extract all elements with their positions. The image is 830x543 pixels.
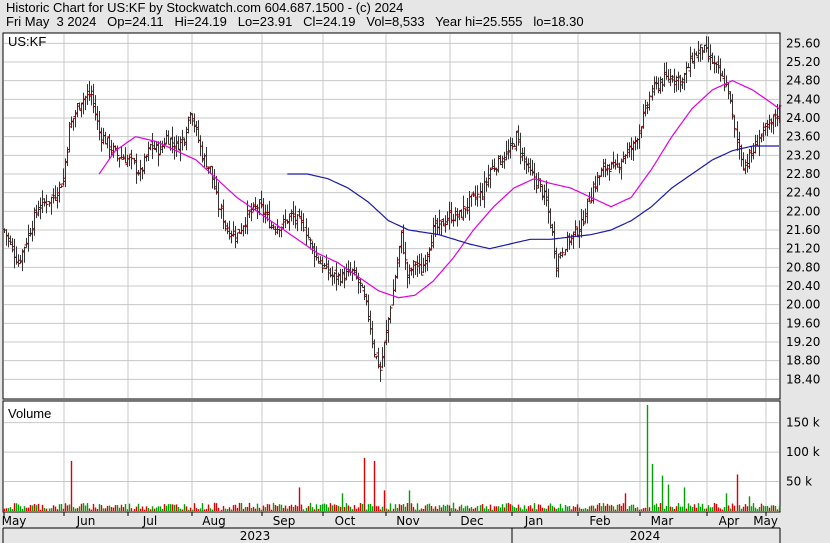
- price-tick-label: 25.60: [786, 36, 820, 50]
- price-tick-label: 18.80: [786, 354, 820, 368]
- month-label: Jul: [142, 514, 157, 528]
- symbol-label: US:KF: [8, 34, 46, 49]
- price-tick-label: 24.40: [786, 92, 820, 106]
- volume-tick-label: 150 k: [786, 416, 820, 430]
- price-tick-label: 21.20: [786, 242, 820, 256]
- price-tick-label: 22.40: [786, 186, 820, 200]
- price-axis: 25.60 25.20 24.80 24.40 24.00 23.60 23.20 22.80…: [786, 36, 820, 386]
- month-label: Oct: [335, 514, 356, 528]
- volume-axis: 150 k 100 k 50 k: [786, 416, 820, 489]
- price-tick-label: 21.60: [786, 223, 820, 237]
- price-tick-label: 22.80: [786, 167, 820, 181]
- price-tick-label: 19.20: [786, 335, 820, 349]
- price-tick-label: 20.80: [786, 260, 820, 274]
- price-panel: [2, 32, 781, 400]
- month-label: Mar: [651, 514, 674, 528]
- chart-window: Historic Chart for US:KF by Stockwatch.c…: [0, 0, 830, 543]
- stock-chart: US:KF 25.60 25.20 24.80 24.40 24.00 23.60 23.2…: [2, 32, 820, 543]
- month-label: Aug: [202, 514, 225, 528]
- price-tick-label: 20.40: [786, 279, 820, 293]
- volume-label: Volume: [8, 406, 51, 421]
- month-label: Nov: [396, 514, 419, 528]
- month-label: Dec: [460, 514, 483, 528]
- price-tick-label: 24.00: [786, 111, 820, 125]
- month-label: May: [2, 514, 27, 528]
- year-label-2024: 2024: [630, 529, 661, 543]
- year-label-2023: 2023: [240, 529, 271, 543]
- volume-tick-label: 100 k: [786, 445, 820, 459]
- month-label: Apr: [719, 514, 740, 528]
- month-label: Sep: [273, 514, 296, 528]
- month-axis: May Jun Jul Aug Sep Oct Nov Dec Jan Feb Mar Apr May: [2, 512, 778, 528]
- month-label: May: [753, 514, 778, 528]
- volume-panel: [2, 400, 781, 513]
- month-label: Jun: [76, 514, 96, 528]
- price-tick-label: 23.60: [786, 130, 820, 144]
- month-label: Feb: [589, 514, 610, 528]
- price-tick-label: 24.80: [786, 74, 820, 88]
- price-tick-label: 25.20: [786, 55, 820, 69]
- month-label: Jan: [524, 514, 544, 528]
- price-tick-label: 23.20: [786, 148, 820, 162]
- volume-tick-label: 50 k: [786, 475, 812, 489]
- price-tick-label: 20.00: [786, 298, 820, 312]
- price-tick-label: 19.60: [786, 316, 820, 330]
- price-tick-label: 22.00: [786, 204, 820, 218]
- price-tick-label: 18.40: [786, 372, 820, 386]
